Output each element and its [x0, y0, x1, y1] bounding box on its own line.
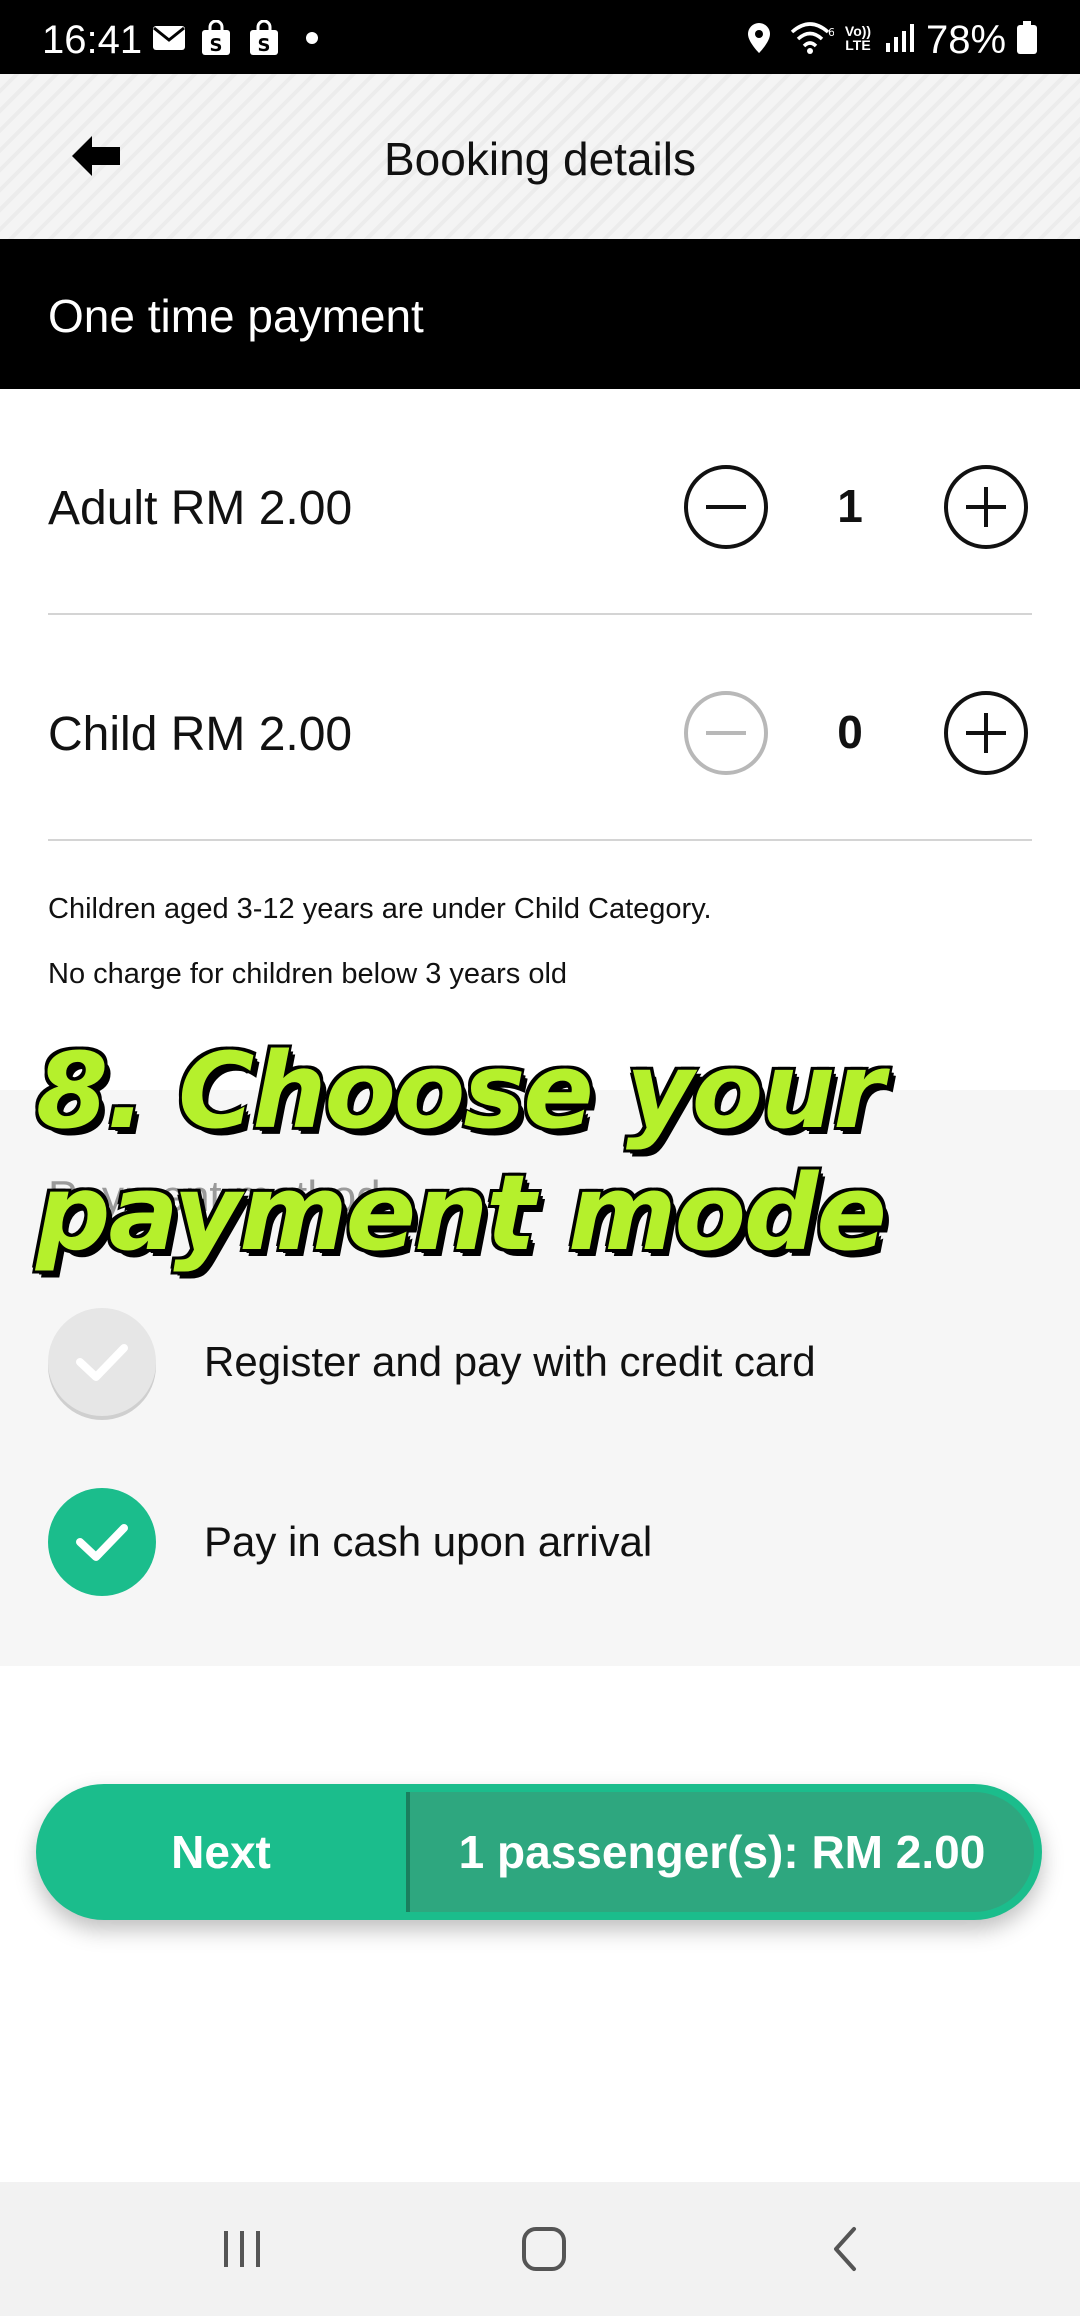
shopping-bag-icon: S [198, 18, 234, 58]
status-bar: 16:41 S S 6 Vo)) LTE 78% [0, 0, 1080, 74]
recent-apps-icon [224, 2231, 260, 2267]
volte-icon: Vo)) LTE [844, 23, 872, 53]
dot-icon [302, 18, 322, 58]
payment-option-cash[interactable]: Pay in cash upon arrival [48, 1488, 1032, 1596]
home-button[interactable] [504, 2216, 584, 2282]
section-header: One time payment [0, 239, 1080, 389]
passenger-summary-text: 1 passenger(s): RM 2.00 [458, 1826, 986, 1878]
fare-row-adult: Adult RM 2.00 1 [48, 389, 1032, 615]
section-header-label: One time payment [48, 290, 424, 342]
payment-option-credit-card[interactable]: Register and pay with credit card [48, 1308, 1032, 1416]
system-nav-bar [0, 2182, 1080, 2316]
recent-apps-button[interactable] [202, 2216, 282, 2282]
location-icon [744, 18, 774, 58]
system-back-button[interactable] [806, 2216, 886, 2282]
fare-row-child: Child RM 2.00 0 [48, 615, 1032, 841]
payment-option-label: Pay in cash upon arrival [204, 1518, 653, 1565]
signal-icon [882, 18, 918, 58]
child-count: 0 [837, 706, 863, 758]
chevron-left-icon [834, 2227, 856, 2271]
unchecked-radio[interactable] [48, 1308, 156, 1416]
infant-note: No charge for children below 3 years old [48, 958, 568, 990]
child-increment-button[interactable] [944, 691, 1028, 775]
battery-icon [1014, 18, 1040, 58]
next-button[interactable]: Next 1 passenger(s): RM 2.00 [36, 1784, 1042, 1920]
wifi-icon: 6 [786, 18, 836, 58]
adult-decrement-button[interactable] [684, 465, 768, 549]
shopping-bag-icon: S [246, 18, 282, 58]
mail-icon [150, 18, 188, 58]
svg-text:6: 6 [828, 26, 834, 39]
fare-label-adult: Adult RM 2.00 [48, 482, 353, 535]
adult-count: 1 [837, 480, 863, 532]
payment-option-label: Register and pay with credit card [204, 1338, 816, 1385]
check-icon [76, 1524, 128, 1561]
check-icon [76, 1344, 128, 1381]
page-title: Booking details [384, 133, 696, 185]
svg-text:S: S [258, 35, 271, 56]
child-decrement-button[interactable] [684, 691, 768, 775]
tutorial-caption: 8. Choose your payment mode [36, 1030, 887, 1274]
status-time: 16:41 [42, 18, 143, 62]
battery-percent: 78% [926, 18, 1007, 62]
svg-text:S: S [210, 35, 223, 56]
next-button-label: Next [171, 1826, 271, 1878]
home-icon [522, 2227, 566, 2271]
child-category-note: Children aged 3-12 years are under Child… [48, 893, 712, 925]
checked-radio[interactable] [48, 1488, 156, 1596]
fare-label-child: Child RM 2.00 [48, 708, 353, 761]
app-bar: Booking details [0, 74, 1080, 239]
adult-increment-button[interactable] [944, 465, 1028, 549]
passenger-summary: 1 passenger(s): RM 2.00 [406, 1792, 1034, 1912]
